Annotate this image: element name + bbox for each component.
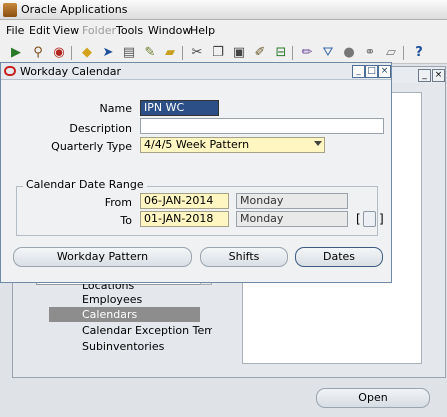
maximize-icon[interactable]: □ bbox=[365, 65, 378, 78]
new-record-icon[interactable]: ▶ bbox=[8, 45, 24, 61]
navigator-icon[interactable]: ◉ bbox=[51, 45, 67, 61]
list-item[interactable]: Calendar Exception Templates bbox=[82, 323, 212, 338]
help-icon[interactable]: ? bbox=[411, 45, 427, 61]
from-day-field: Monday bbox=[236, 193, 348, 209]
menu-window[interactable]: Window bbox=[148, 24, 191, 37]
to-label: To bbox=[120, 214, 132, 227]
list-item[interactable]: Subinventories bbox=[82, 339, 164, 354]
to-day-field: Monday bbox=[236, 211, 348, 227]
shifts-button[interactable]: Shifts bbox=[200, 247, 288, 267]
window-title-bar: Oracle Applications bbox=[0, 0, 447, 20]
quarterly-type-label: Quarterly Type bbox=[51, 140, 132, 153]
descriptive-flexfield[interactable] bbox=[363, 211, 376, 227]
print-icon[interactable]: ▤ bbox=[121, 45, 137, 61]
next-step-icon[interactable]: ➤ bbox=[100, 45, 116, 61]
dropdown-arrow-icon[interactable] bbox=[314, 141, 322, 146]
name-label: Name bbox=[99, 102, 132, 115]
workday-pattern-button[interactable]: Workday Pattern bbox=[13, 247, 192, 267]
oracle-logo-icon bbox=[4, 66, 16, 76]
list-item-selected[interactable]: Calendars bbox=[49, 307, 200, 322]
from-date-field[interactable]: 06-JAN-2014 bbox=[140, 193, 229, 209]
close-icon[interactable]: × bbox=[378, 65, 391, 78]
list-item[interactable]: Employees bbox=[82, 292, 142, 307]
description-field[interactable] bbox=[140, 118, 384, 134]
copy-icon[interactable]: ❐ bbox=[210, 45, 226, 61]
menu-view[interactable]: View bbox=[53, 24, 79, 37]
quarterly-type-select[interactable]: 4/4/5 Week Pattern bbox=[140, 137, 325, 153]
find-icon[interactable]: ⚲ bbox=[30, 45, 46, 61]
menu-edit[interactable]: Edit bbox=[29, 24, 50, 37]
from-label: From bbox=[104, 196, 132, 209]
edit-field-icon[interactable]: ✏ bbox=[299, 45, 315, 61]
menu-bar: File Edit View Folder Tools Window Help bbox=[0, 20, 447, 42]
toolbar-separator bbox=[403, 46, 404, 60]
paste-icon[interactable]: ▣ bbox=[231, 45, 247, 61]
clear-record-icon[interactable]: ✐ bbox=[252, 45, 268, 61]
calendar-date-range-title: Calendar Date Range bbox=[23, 178, 147, 191]
save-icon[interactable]: ◆ bbox=[79, 45, 95, 61]
window-title: Oracle Applications bbox=[21, 3, 128, 16]
menu-help[interactable]: Help bbox=[190, 24, 215, 37]
minimize-icon[interactable]: _ bbox=[352, 65, 365, 78]
close-icon[interactable]: × bbox=[432, 69, 445, 82]
folder-tools-icon[interactable]: ▱ bbox=[383, 45, 399, 61]
close-form-icon[interactable]: ✎ bbox=[142, 45, 158, 61]
name-field[interactable]: IPN WC bbox=[140, 100, 219, 116]
cut-icon[interactable]: ✂ bbox=[189, 45, 205, 61]
minimize-icon[interactable]: _ bbox=[418, 69, 431, 82]
translations-icon[interactable]: ● bbox=[341, 45, 357, 61]
folder-icon[interactable]: ▰ bbox=[162, 45, 178, 61]
open-button[interactable]: Open bbox=[316, 388, 430, 408]
description-label: Description bbox=[69, 122, 132, 135]
menu-tools[interactable]: Tools bbox=[116, 24, 143, 37]
menu-file[interactable]: File bbox=[6, 24, 24, 37]
attachments-icon[interactable]: ⚭ bbox=[362, 45, 378, 61]
descriptive-flexfield-right-bracket: ] bbox=[379, 212, 384, 226]
dates-button[interactable]: Dates bbox=[295, 247, 383, 267]
menu-folder[interactable]: Folder bbox=[82, 24, 116, 37]
toolbar-separator bbox=[71, 46, 72, 60]
toolbar-separator bbox=[182, 46, 183, 60]
descriptive-flexfield-left-bracket: [ bbox=[356, 212, 361, 226]
delete-record-icon[interactable]: ⊟ bbox=[273, 45, 289, 61]
zoom-icon[interactable]: ⛛ bbox=[320, 45, 336, 61]
quarterly-type-value: 4/4/5 Week Pattern bbox=[144, 138, 250, 151]
toolbar-separator bbox=[292, 46, 293, 60]
dialog-title: Workday Calendar bbox=[20, 65, 122, 78]
workday-calendar-window: Workday Calendar _ □ × Name IPN WC Descr… bbox=[0, 62, 392, 283]
toolbar: ▶ ⚲ ◉ ◆ ➤ ▤ ✎ ▰ ✂ ❐ ▣ ✐ ⊟ ✏ ⛛ ● ⚭ ▱ ? bbox=[0, 42, 447, 64]
to-date-field[interactable]: 01-JAN-2018 bbox=[140, 211, 229, 227]
oracle-app-icon bbox=[3, 3, 17, 17]
dialog-title-bar: Workday Calendar _ □ × bbox=[1, 63, 391, 80]
